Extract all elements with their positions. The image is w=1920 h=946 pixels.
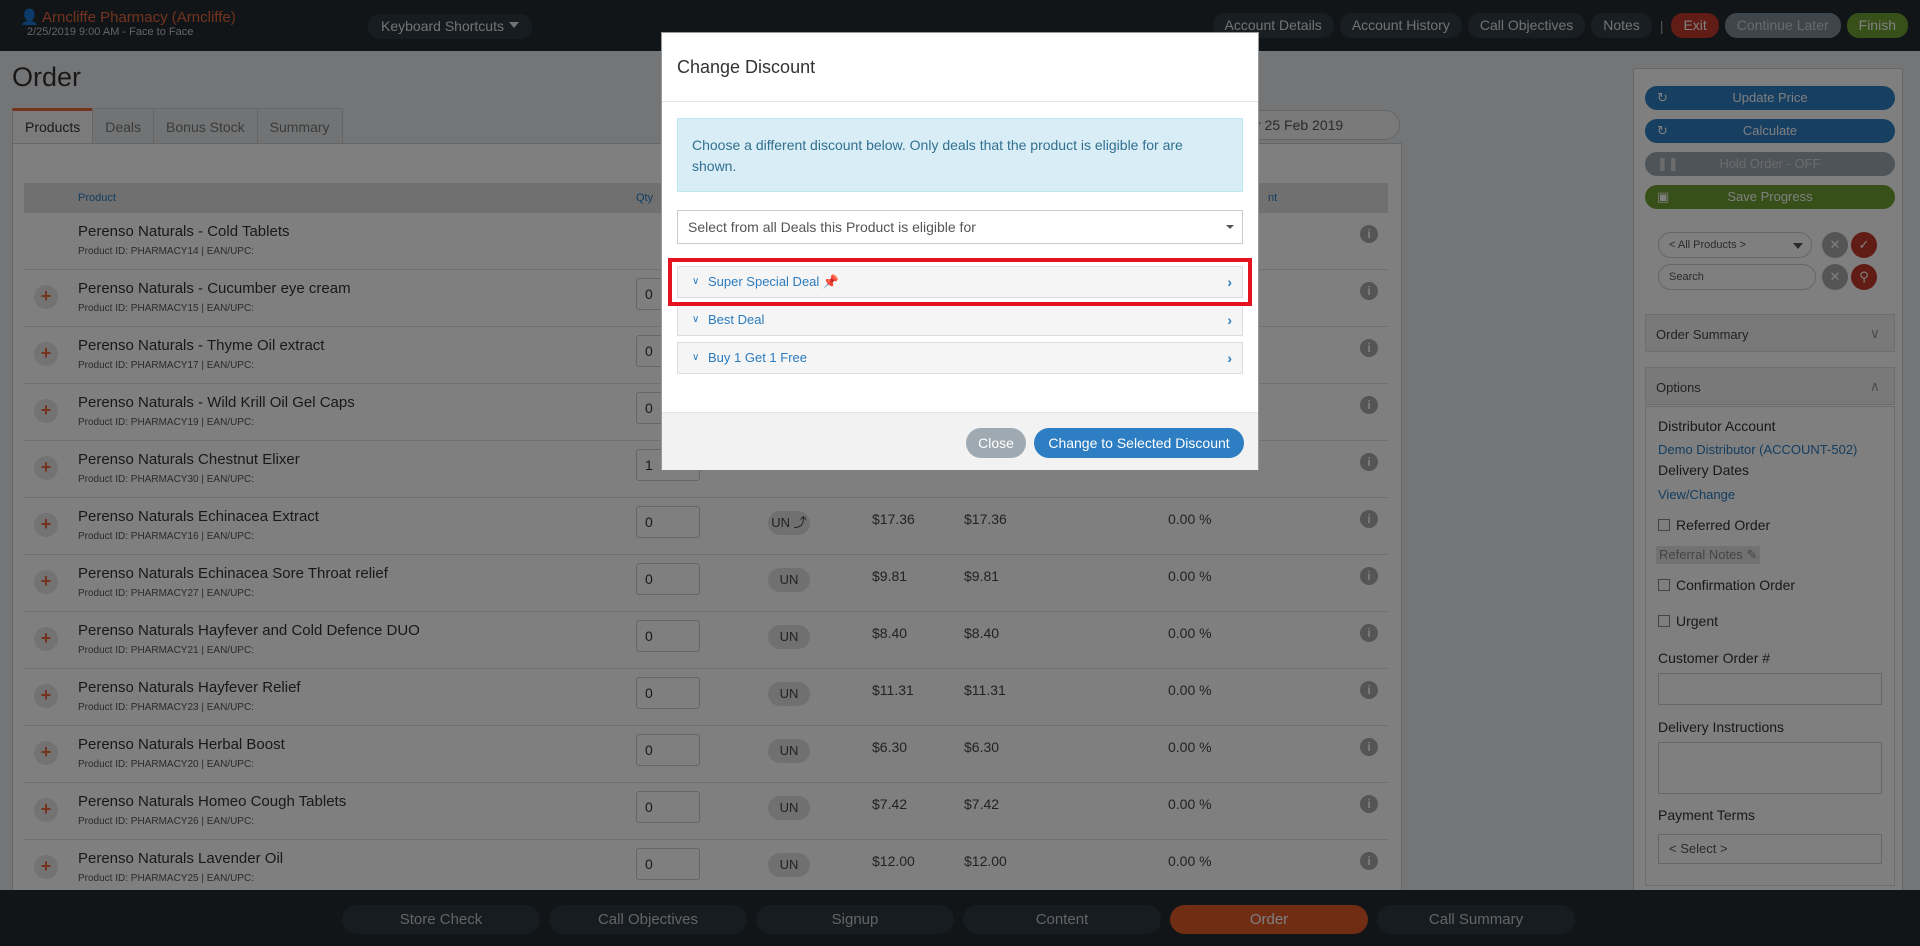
deal-buy1-get1[interactable]: ∨ Buy 1 Get 1 Free › [677,342,1243,374]
modal-title: Change Discount [677,57,816,77]
chevron-down-icon: ∨ [692,314,700,325]
caret-down-icon [1226,225,1234,229]
change-discount-button[interactable]: Change to Selected Discount [1034,428,1244,458]
divider [662,101,1258,102]
info-alert: Choose a different discount below. Only … [677,118,1243,192]
chevron-down-icon: ∨ [692,352,700,363]
change-discount-modal: Change Discount Choose a different disco… [661,32,1259,470]
selection-highlight [668,258,1252,306]
chevron-right-icon: › [1227,350,1232,366]
deal-best-deal[interactable]: ∨ Best Deal › [677,304,1243,336]
chevron-right-icon: › [1227,312,1232,328]
deal-select[interactable]: Select from all Deals this Product is el… [677,210,1243,244]
close-button[interactable]: Close [966,428,1026,458]
